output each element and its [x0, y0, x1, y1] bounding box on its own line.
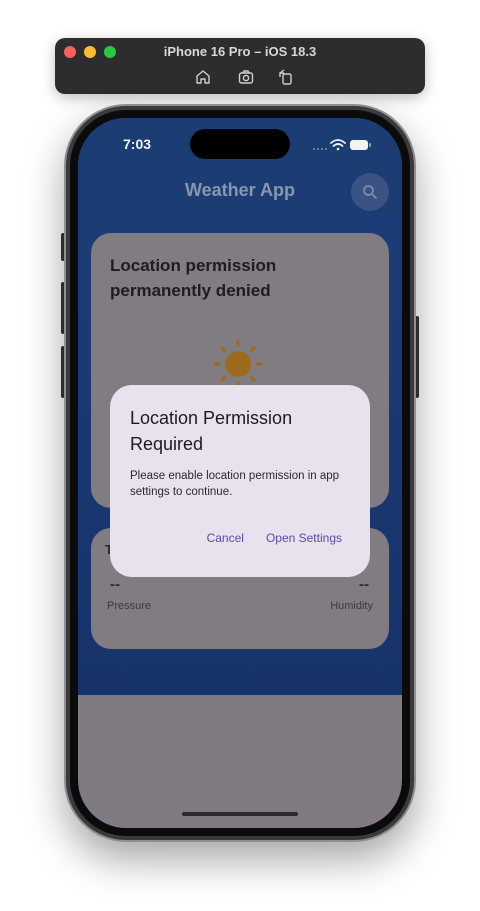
status-icons	[310, 138, 372, 152]
wifi-icon	[330, 139, 346, 151]
simulator-title: iPhone 16 Pro – iOS 18.3	[163, 44, 317, 59]
status-time: 7:03	[123, 136, 152, 152]
screenshot-icon[interactable]	[237, 68, 255, 86]
open-settings-button[interactable]: Open Settings	[266, 531, 342, 545]
humidity-label: Humidity	[330, 600, 373, 612]
rotate-icon[interactable]	[277, 68, 295, 86]
simulator-toolbar: iPhone 16 Pro – iOS 18.3	[55, 38, 425, 94]
sun-icon	[213, 339, 263, 389]
dialog-message: Please enable location permission in app…	[130, 470, 340, 498]
home-icon[interactable]	[194, 68, 212, 86]
signal-icon	[313, 148, 327, 150]
pressure-value: --	[110, 576, 120, 593]
dialog-actions: Cancel Open Settings	[207, 531, 342, 545]
cancel-button[interactable]: Cancel	[207, 531, 244, 545]
humidity-value: --	[359, 576, 369, 593]
dialog-title: Location Permission Required	[130, 408, 293, 454]
location-error-message: Location permission permanently denied	[110, 256, 277, 300]
permission-dialog: Location Permission Required Please enab…	[110, 385, 370, 577]
home-indicator[interactable]	[182, 812, 298, 816]
battery-icon	[350, 140, 371, 150]
pressure-label: Pressure	[107, 600, 152, 612]
search-icon	[363, 185, 377, 199]
search-button[interactable]	[351, 173, 389, 211]
dynamic-island	[190, 129, 290, 159]
phone-screen: 7:03 Weather App Location permission per…	[78, 118, 402, 828]
